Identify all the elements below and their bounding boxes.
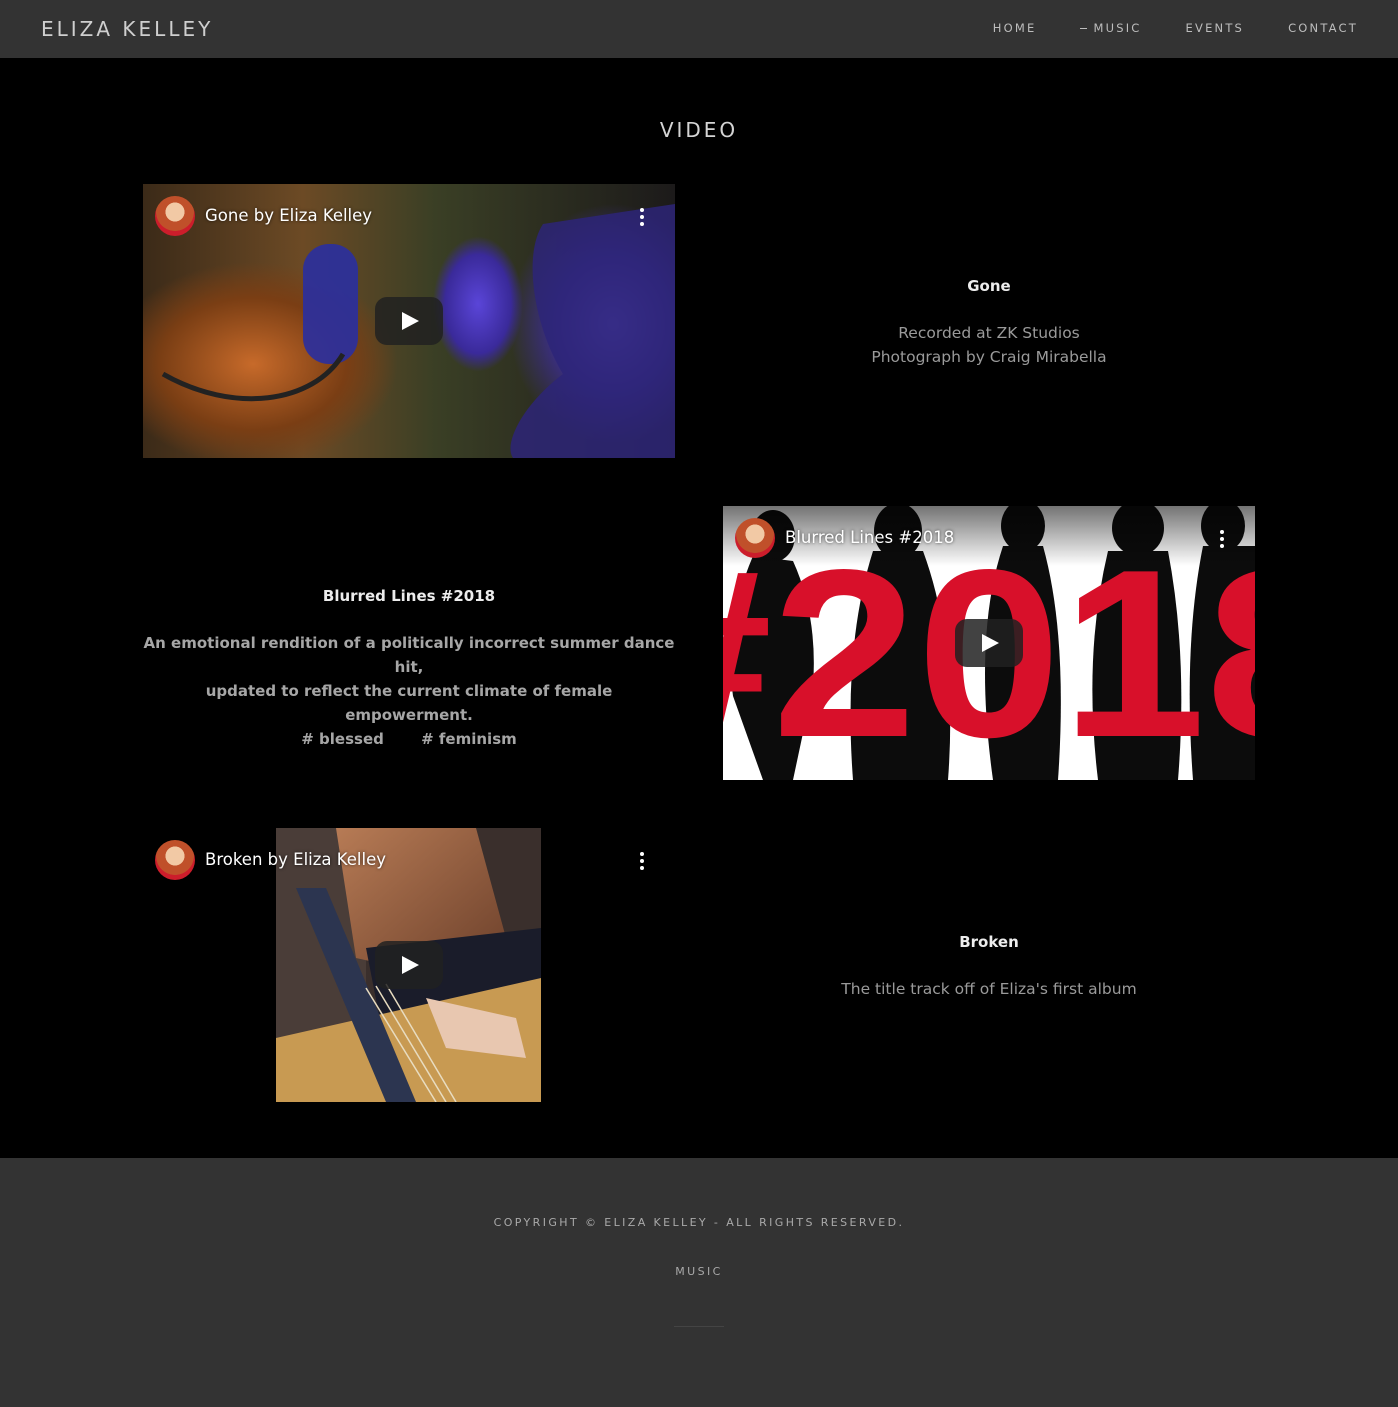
- description-line: The title track off of Eliza's first alb…: [841, 980, 1137, 998]
- channel-avatar[interactable]: [735, 518, 775, 558]
- hashtags: # blessed # feminism: [143, 727, 675, 751]
- channel-avatar[interactable]: [155, 840, 195, 880]
- video-player-gone[interactable]: Gone by Eliza Kelley: [143, 184, 675, 458]
- nav-music[interactable]: MUSIC: [1080, 21, 1141, 35]
- main-content: VIDEO Gone by Eliza Kelley Gone Recorded…: [0, 58, 1398, 1158]
- play-button[interactable]: [375, 297, 443, 345]
- main-nav: HOME MUSIC EVENTS CONTACT: [993, 21, 1358, 35]
- site-header: ELIZA KELLEY HOME MUSIC EVENTS CONTACT: [0, 0, 1398, 58]
- description-line: An emotional rendition of a politically …: [143, 634, 675, 676]
- hashtag[interactable]: # blessed: [301, 727, 384, 751]
- copyright-text: COPYRIGHT © ELIZA KELLEY - ALL RIGHTS RE…: [493, 1216, 905, 1229]
- video-heading: Broken: [959, 933, 1019, 951]
- description-line: Photograph by Craig Mirabella: [871, 348, 1107, 366]
- more-options-icon[interactable]: [639, 852, 645, 870]
- video-heading: Blurred Lines #2018: [322, 587, 496, 605]
- video-title[interactable]: Blurred Lines #2018: [785, 528, 954, 547]
- channel-avatar[interactable]: [155, 196, 195, 236]
- more-options-icon[interactable]: [1219, 530, 1225, 548]
- description-line: Recorded at ZK Studios: [898, 324, 1080, 342]
- nav-music-label: MUSIC: [1093, 21, 1142, 35]
- video-description-blurred-lines: Blurred Lines #2018 An emotional renditi…: [143, 587, 675, 751]
- video-description-broken: Broken The title track off of Eliza's fi…: [723, 933, 1255, 1001]
- video-player-blurred-lines[interactable]: #2018 Blurred Lines #2018: [723, 506, 1255, 780]
- footer-link-music[interactable]: MUSIC: [0, 1265, 1398, 1278]
- active-indicator: [1080, 27, 1088, 29]
- footer-divider: [674, 1326, 724, 1327]
- hashtag[interactable]: # feminism: [421, 727, 517, 751]
- play-button[interactable]: [955, 619, 1023, 667]
- nav-events[interactable]: EVENTS: [1186, 21, 1245, 35]
- video-player-broken[interactable]: Broken by Eliza Kelley: [143, 828, 675, 1102]
- video-title[interactable]: Broken by Eliza Kelley: [205, 850, 386, 869]
- nav-contact[interactable]: CONTACT: [1288, 21, 1358, 35]
- video-heading: Gone: [967, 277, 1011, 295]
- video-title[interactable]: Gone by Eliza Kelley: [205, 206, 372, 225]
- site-footer: COPYRIGHT © ELIZA KELLEY - ALL RIGHTS RE…: [0, 1158, 1398, 1407]
- play-button[interactable]: [375, 941, 443, 989]
- site-brand[interactable]: ELIZA KELLEY: [41, 17, 213, 41]
- description-line: updated to reflect the current climate o…: [205, 682, 613, 724]
- more-options-icon[interactable]: [639, 208, 645, 226]
- nav-home[interactable]: HOME: [993, 21, 1037, 35]
- video-description-gone: Gone Recorded at ZK Studios Photograph b…: [723, 277, 1255, 369]
- page-title: VIDEO: [659, 118, 739, 142]
